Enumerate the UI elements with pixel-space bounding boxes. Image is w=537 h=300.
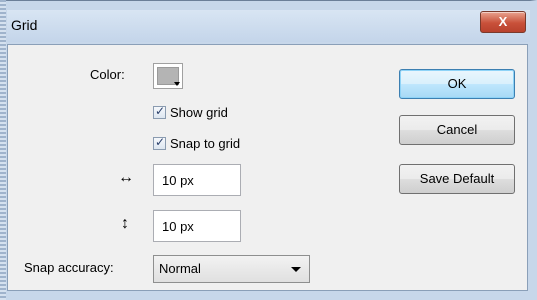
show-grid-checkbox[interactable]: ✓: [153, 104, 166, 119]
snap-to-grid-label[interactable]: Snap to grid: [170, 136, 240, 151]
close-icon: X: [498, 14, 508, 29]
color-picker-button[interactable]: [153, 63, 183, 89]
snap-accuracy-label: Snap accuracy:: [24, 260, 114, 275]
vertical-spacing-input[interactable]: [153, 210, 241, 242]
horizontal-arrows-icon: ↔: [118, 169, 134, 186]
snap-to-grid-checkbox[interactable]: ✓: [153, 135, 166, 150]
dropdown-arrow-icon: [174, 82, 180, 86]
show-grid-checkbox-row[interactable]: ✓ Show grid: [153, 104, 273, 123]
snap-accuracy-select[interactable]: Normal: [153, 255, 310, 283]
title-bar[interactable]: Grid X: [7, 10, 530, 42]
ok-button[interactable]: OK: [399, 69, 515, 99]
snap-accuracy-value: Normal: [159, 261, 201, 276]
horizontal-spacing-input[interactable]: [153, 164, 241, 196]
window-frame: [0, 0, 6, 300]
window-title: Grid: [11, 17, 38, 33]
dialog-client-area: Color: ✓ Show grid ✓ Snap to grid ↔ ↕ Sn…: [7, 44, 528, 291]
chevron-down-icon: [291, 267, 301, 272]
snap-to-grid-checkbox-row[interactable]: ✓ Snap to grid: [153, 135, 283, 154]
checkmark-icon: ✓: [155, 135, 166, 149]
show-grid-label[interactable]: Show grid: [170, 105, 228, 120]
save-default-button[interactable]: Save Default: [399, 164, 515, 194]
color-label: Color:: [90, 67, 125, 82]
checkmark-icon: ✓: [155, 104, 166, 118]
vertical-arrows-icon: ↕: [121, 215, 129, 232]
cancel-button[interactable]: Cancel: [399, 115, 515, 145]
close-button[interactable]: X: [480, 11, 526, 33]
